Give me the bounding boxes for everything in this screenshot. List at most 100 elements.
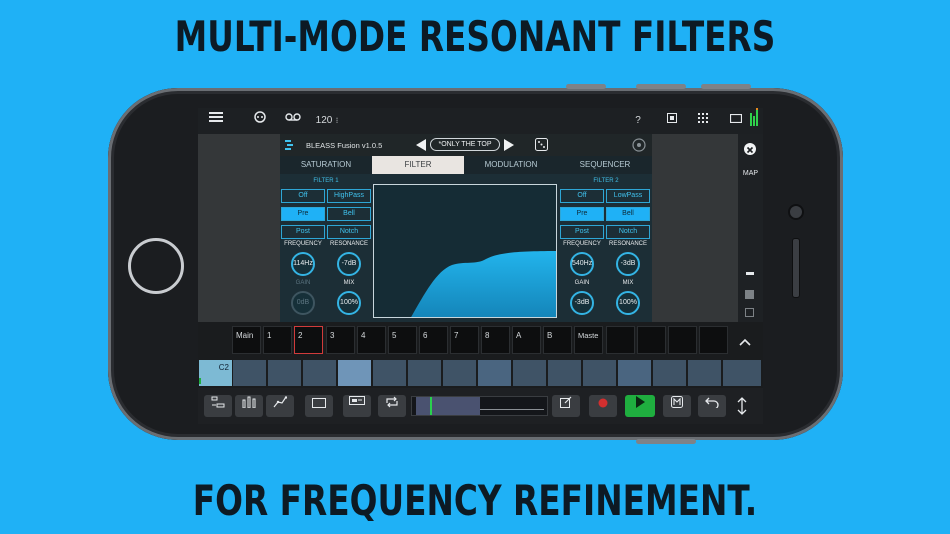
track-2[interactable]: 2: [294, 326, 323, 354]
filter2-title: FILTER 2: [593, 178, 619, 184]
track-6[interactable]: 6: [419, 326, 448, 354]
track-a[interactable]: A: [512, 326, 541, 354]
filter2-mix-knob[interactable]: 100%: [616, 291, 640, 315]
plugin-header: BLEASS Fusion v1.0.5 *ONLY THE TOP: [280, 134, 652, 156]
play-button[interactable]: [625, 395, 655, 417]
track-empty-2[interactable]: [637, 326, 666, 354]
filter2-frequency-knob[interactable]: 540Hz: [570, 252, 594, 276]
filter1-frequency-knob[interactable]: 114Hz: [291, 252, 315, 276]
pad-c2[interactable]: C2: [199, 360, 232, 386]
filter2-post-button[interactable]: Post: [560, 225, 604, 239]
filter1-resonance-knob[interactable]: -7dB: [337, 252, 361, 276]
track-empty-4[interactable]: [699, 326, 728, 354]
filter1-pre-button[interactable]: Pre: [281, 207, 325, 221]
filter2-lowpass-button[interactable]: LowPass: [606, 189, 650, 203]
tempo-menu-icon[interactable]: ⁝: [334, 108, 340, 134]
tempo-display[interactable]: 120: [312, 108, 336, 134]
track-5[interactable]: 5: [388, 326, 417, 354]
undo-icon[interactable]: [698, 395, 726, 417]
track-empty-1[interactable]: [606, 326, 635, 354]
pad[interactable]: [373, 360, 406, 386]
stop-square-icon[interactable]: [664, 108, 680, 134]
filter1-post-button[interactable]: Post: [281, 225, 325, 239]
track-b[interactable]: B: [543, 326, 572, 354]
filter2-notch-button[interactable]: Notch: [606, 225, 650, 239]
expand-vertical-icon[interactable]: [736, 397, 748, 420]
edit-icon[interactable]: [552, 395, 580, 417]
filter2-gain-knob[interactable]: -3dB: [570, 291, 594, 315]
pad[interactable]: [688, 360, 721, 386]
phone-side-button: [566, 84, 606, 89]
tab-modulation[interactable]: MODULATION: [464, 156, 558, 174]
scroll-indicator: [746, 272, 754, 275]
dice-icon[interactable]: [535, 138, 548, 153]
arrange-icon[interactable]: [204, 395, 232, 417]
filter1-highpass-button[interactable]: HighPass: [327, 189, 371, 203]
track-3[interactable]: 3: [326, 326, 355, 354]
track-1[interactable]: 1: [263, 326, 292, 354]
filter2-off-button[interactable]: Off: [560, 189, 604, 203]
home-button[interactable]: [128, 238, 184, 294]
metronome-icon[interactable]: [663, 395, 691, 417]
track-main[interactable]: Main: [232, 326, 261, 354]
filter2-mix-label: MIX: [622, 280, 634, 286]
pad[interactable]: [723, 360, 761, 386]
preset-name[interactable]: *ONLY THE TOP: [430, 138, 500, 151]
filter2-pre-button[interactable]: Pre: [560, 207, 604, 221]
chevron-up-icon[interactable]: [738, 334, 752, 352]
pad[interactable]: [548, 360, 581, 386]
hamburger-icon[interactable]: [206, 108, 226, 134]
bleass-badge-icon: [632, 138, 646, 154]
camera-icon: [788, 204, 804, 220]
timeline-scrubber[interactable]: [411, 396, 548, 416]
close-icon[interactable]: [744, 143, 756, 155]
next-preset-icon[interactable]: [504, 139, 514, 153]
filter1-notch-button[interactable]: Notch: [327, 225, 371, 239]
automation-icon[interactable]: [266, 395, 294, 417]
filter2-bell-button[interactable]: Bell: [606, 207, 650, 221]
window-icon[interactable]: [728, 108, 744, 134]
phone-volume-down: [701, 84, 751, 89]
tab-filter[interactable]: FILTER: [372, 156, 464, 174]
pad[interactable]: [233, 360, 266, 386]
track-4[interactable]: 4: [357, 326, 386, 354]
pad[interactable]: [618, 360, 651, 386]
clip-view-icon[interactable]: [343, 395, 371, 417]
filter2-resonance-knob[interactable]: -3dB: [616, 252, 640, 276]
pad[interactable]: [338, 360, 371, 386]
link-icon[interactable]: [250, 108, 270, 134]
track-master[interactable]: Maste: [574, 326, 603, 354]
pad[interactable]: [303, 360, 336, 386]
tape-icon[interactable]: [282, 108, 304, 134]
tab-sequencer[interactable]: SEQUENCER: [558, 156, 652, 174]
map-button[interactable]: MAP: [738, 170, 763, 177]
pad[interactable]: [653, 360, 686, 386]
track-empty-3[interactable]: [668, 326, 697, 354]
tab-saturation[interactable]: SATURATION: [280, 156, 372, 174]
help-button[interactable]: ?: [630, 108, 646, 134]
filter1-mix-label: MIX: [343, 280, 355, 286]
track-7[interactable]: 7: [450, 326, 479, 354]
pad[interactable]: [583, 360, 616, 386]
view-toggle-icon-2[interactable]: [745, 308, 754, 317]
grid-icon[interactable]: [696, 108, 712, 134]
prev-preset-icon[interactable]: [416, 139, 426, 153]
pad[interactable]: [268, 360, 301, 386]
view-toggle-icon[interactable]: [745, 290, 754, 299]
mixer-icon[interactable]: [235, 395, 263, 417]
pad[interactable]: [478, 360, 511, 386]
fusion-plugin: BLEASS Fusion v1.0.5 *ONLY THE TOP SATUR…: [280, 134, 652, 322]
pad[interactable]: [513, 360, 546, 386]
filter1-gain-knob[interactable]: 0dB: [291, 291, 315, 315]
pad[interactable]: [408, 360, 441, 386]
filter1-mix-knob[interactable]: 100%: [337, 291, 361, 315]
keyboard-icon[interactable]: [305, 395, 333, 417]
filter1-bell-button[interactable]: Bell: [327, 207, 371, 221]
timeline-region: [416, 397, 480, 415]
loop-icon[interactable]: [378, 395, 406, 417]
record-button[interactable]: [589, 395, 617, 417]
filter-response-graph[interactable]: [373, 184, 557, 318]
filter1-off-button[interactable]: Off: [281, 189, 325, 203]
pad[interactable]: [443, 360, 476, 386]
track-8[interactable]: 8: [481, 326, 510, 354]
